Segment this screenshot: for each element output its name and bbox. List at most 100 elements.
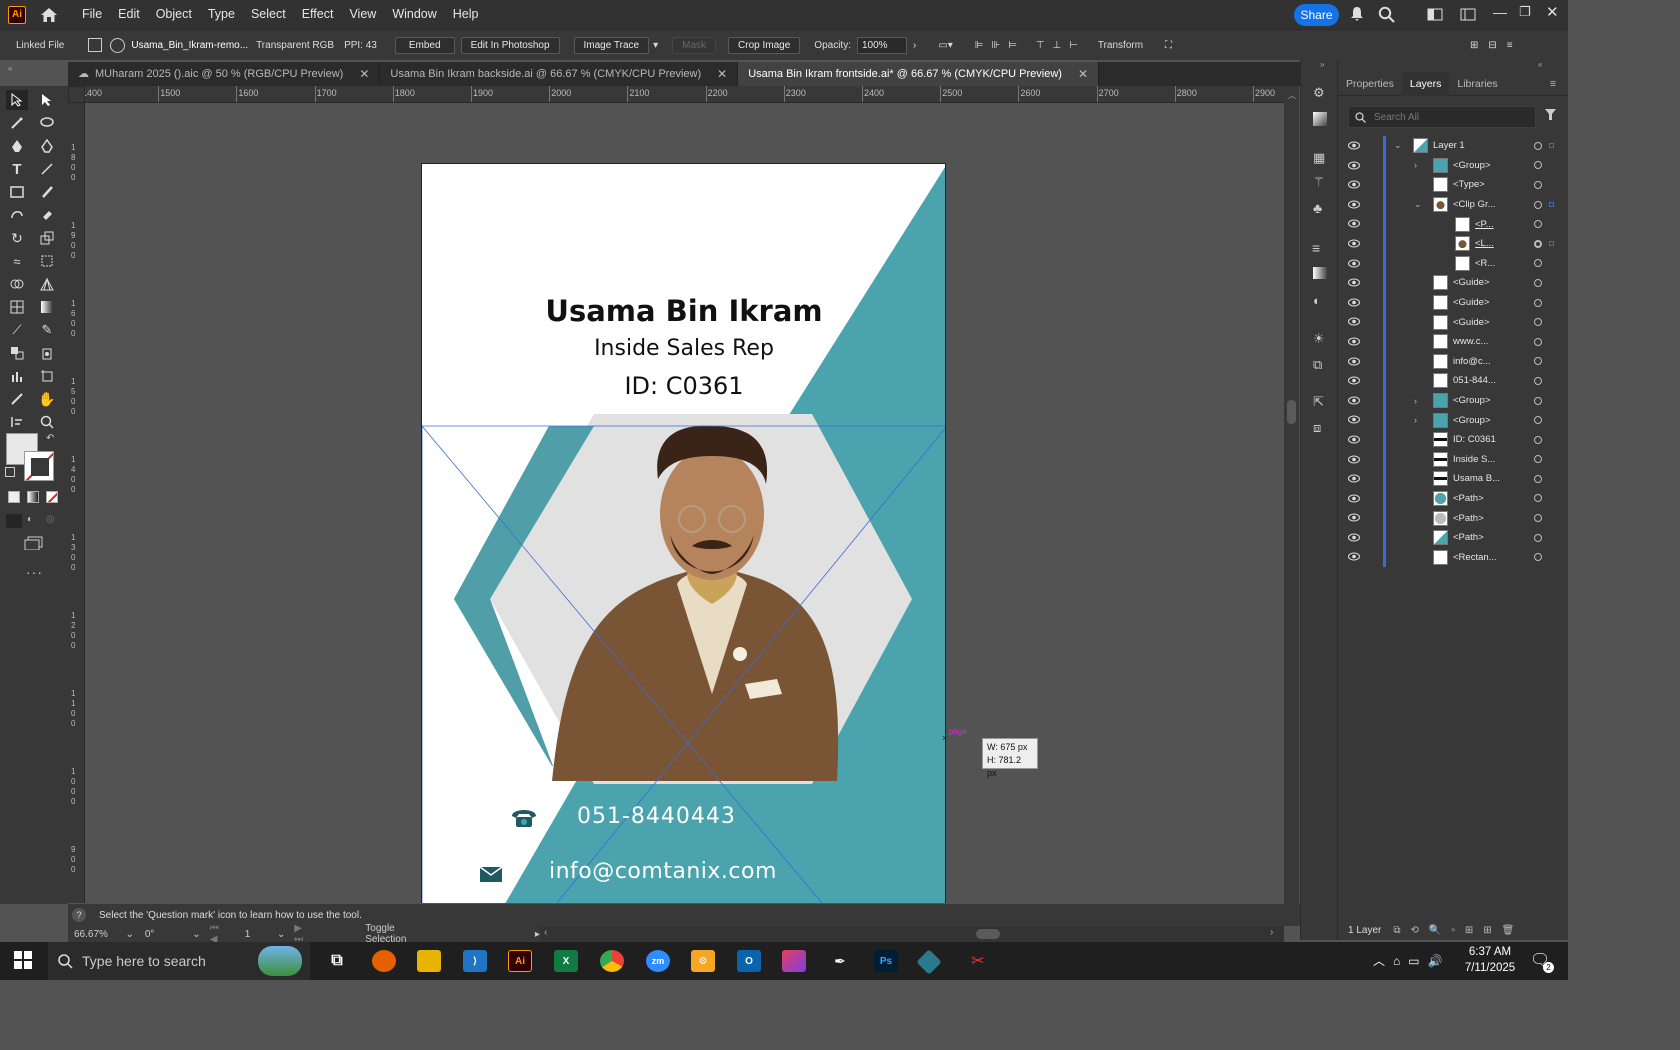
layer-target-icon[interactable]: [1534, 455, 1542, 464]
rectangle-tool-icon[interactable]: [6, 182, 28, 202]
visibility-eye-icon[interactable]: [1348, 199, 1360, 210]
default-colors-icon[interactable]: [5, 467, 15, 477]
layer-name[interactable]: <Group>: [1453, 415, 1491, 426]
visibility-eye-icon[interactable]: [1348, 532, 1360, 543]
collapse-toolbar-icon[interactable]: «: [8, 64, 12, 73]
layer-row[interactable]: › <Group>: [1338, 155, 1568, 176]
layer-name[interactable]: <L...: [1475, 238, 1494, 249]
none-mode-icon[interactable]: [46, 491, 58, 503]
layer-selected-indicator[interactable]: [1549, 143, 1554, 149]
collapse-layer-icon[interactable]: ⌄: [1394, 140, 1402, 151]
swap-colors-icon[interactable]: ↶: [46, 433, 54, 444]
visibility-eye-icon[interactable]: [1348, 297, 1360, 308]
windows-start-icon[interactable]: [14, 950, 32, 972]
zoom-app-icon[interactable]: zm: [646, 950, 670, 972]
close-tab-icon[interactable]: ✕: [717, 62, 727, 86]
layer-target-icon[interactable]: [1534, 514, 1542, 523]
layer-row[interactable]: <Type>: [1338, 175, 1568, 195]
close-window-icon[interactable]: ✕: [1546, 3, 1559, 21]
draw-inside-icon[interactable]: ◎: [46, 514, 60, 528]
layer-row[interactable]: <R...: [1338, 253, 1568, 274]
zoom-tool-icon[interactable]: [36, 412, 58, 432]
layer-name[interactable]: <Type>: [1453, 179, 1485, 190]
layer-name[interactable]: Usama B...: [1453, 473, 1500, 484]
horizontal-ruler[interactable]: 1400 1500 1600 1700 1800 1900 2000 2100 2200 2300…: [68, 86, 1284, 103]
layer-row[interactable]: <P...: [1338, 214, 1568, 234]
slice-tool-icon[interactable]: [6, 389, 28, 409]
artboard-tool-icon[interactable]: [36, 366, 58, 386]
layer-row[interactable]: <Guide>: [1338, 312, 1568, 332]
graphic-styles-icon[interactable]: ⧉: [1313, 357, 1322, 373]
layer-name[interactable]: ID: C0361: [1453, 434, 1496, 445]
layers-search-input[interactable]: Search All: [1348, 106, 1536, 128]
file-explorer-icon[interactable]: [417, 950, 441, 972]
visibility-eye-icon[interactable]: [1348, 179, 1360, 190]
align-to-icon[interactable]: ▭▾: [938, 40, 952, 51]
visibility-eye-icon[interactable]: [1348, 414, 1360, 425]
expand-layer-icon[interactable]: ›: [1414, 415, 1417, 425]
menu-item-file[interactable]: File: [74, 0, 110, 29]
rotation-dropdown-icon[interactable]: ⌄: [192, 929, 203, 940]
layer-row[interactable]: › <Group>: [1338, 410, 1568, 430]
vertical-ruler[interactable]: 1800 1900 1600 1500 1400 1300 1200 1100 1000 900: [68, 103, 85, 903]
layer-name[interactable]: 051-844...: [1453, 375, 1496, 386]
taskbar-search-input[interactable]: Type here to search: [48, 942, 310, 980]
status-arrow-icon[interactable]: ▸: [535, 929, 540, 940]
symbols-icon[interactable]: ♣: [1313, 200, 1322, 216]
filter-icon[interactable]: [1544, 108, 1557, 124]
artboards-panel-icon[interactable]: ⧈: [1313, 420, 1321, 436]
layer-row[interactable]: ⌄ Layer 1: [1338, 136, 1568, 156]
artboard-dropdown-icon[interactable]: ⌄: [277, 929, 290, 940]
menu-item-window[interactable]: Window: [384, 0, 444, 29]
edit-in-photoshop-button[interactable]: Edit In Photoshop: [460, 36, 560, 54]
layer-row[interactable]: <Path>: [1338, 488, 1568, 509]
layer-name[interactable]: <R...: [1475, 258, 1495, 269]
menu-item-object[interactable]: Object: [148, 0, 200, 29]
outlook-icon[interactable]: O: [737, 950, 761, 972]
visibility-eye-icon[interactable]: [1348, 454, 1360, 465]
layer-target-icon[interactable]: [1534, 553, 1542, 562]
canvas[interactable]: Usama Bin Ikram Inside Sales Rep ID: C03…: [85, 103, 1284, 903]
layer-target-icon[interactable]: [1534, 533, 1542, 542]
panel-options-icons[interactable]: ⊞⊟≡: [1470, 40, 1523, 51]
tab-libraries[interactable]: Libraries: [1449, 72, 1505, 96]
layer-row[interactable]: ⌄ <Clip Gr...: [1338, 194, 1568, 215]
visibility-eye-icon[interactable]: [1348, 473, 1360, 484]
free-transform-icon[interactable]: [36, 251, 58, 271]
layer-target-icon[interactable]: [1534, 357, 1542, 366]
pen-tool-icon[interactable]: [6, 136, 28, 156]
visibility-eye-icon[interactable]: [1348, 160, 1360, 171]
opacity-input[interactable]: 100%: [856, 36, 907, 54]
crop-image-button[interactable]: Crop Image: [728, 36, 801, 54]
eyedropper-tool-icon[interactable]: ⟋: [6, 320, 28, 340]
hand-tool-icon[interactable]: ✋: [36, 389, 58, 409]
magic-wand-icon[interactable]: [6, 113, 28, 133]
layer-name[interactable]: Layer 1: [1433, 140, 1465, 151]
menu-item-select[interactable]: Select: [243, 0, 294, 29]
horizontal-scrollbar[interactable]: ‹ ›: [540, 926, 1284, 942]
scroll-right-icon[interactable]: ›: [1270, 927, 1273, 938]
layer-target-icon[interactable]: [1534, 239, 1542, 248]
visibility-eye-icon[interactable]: [1348, 434, 1360, 445]
layer-target-icon[interactable]: [1534, 376, 1542, 385]
gradient-mode-icon[interactable]: [27, 491, 39, 503]
visibility-eye-icon[interactable]: [1348, 336, 1360, 347]
image-trace-panel-icon[interactable]: [1313, 112, 1327, 126]
firefox-icon[interactable]: [372, 950, 396, 972]
vertical-scrollbar[interactable]: ︿ ﹀: [1284, 86, 1299, 922]
layer-name[interactable]: <Path>: [1453, 493, 1484, 504]
share-button[interactable]: Share: [1294, 4, 1339, 26]
ruler-origin[interactable]: [68, 86, 85, 103]
layer-target-icon[interactable]: [1534, 259, 1542, 268]
transparency-icon[interactable]: ◐: [1313, 293, 1321, 308]
arrange-documents-icon[interactable]: [1427, 8, 1443, 24]
layer-row[interactable]: Inside S...: [1338, 449, 1568, 470]
tab-frontside[interactable]: Usama Bin Ikram frontside.ai* @ 66.67 % …: [738, 62, 1100, 86]
layer-row[interactable]: Usama B...: [1338, 469, 1568, 489]
chrome-icon[interactable]: [600, 950, 624, 972]
layer-target-icon[interactable]: [1534, 474, 1542, 483]
layer-row[interactable]: <Rectan...: [1338, 547, 1568, 568]
layer-target-icon[interactable]: [1534, 200, 1542, 209]
layer-actions-icons[interactable]: ⧉⟲🔍▫⊞⊞🗑: [1393, 925, 1524, 936]
zoom-level[interactable]: 66.67%: [74, 929, 121, 940]
